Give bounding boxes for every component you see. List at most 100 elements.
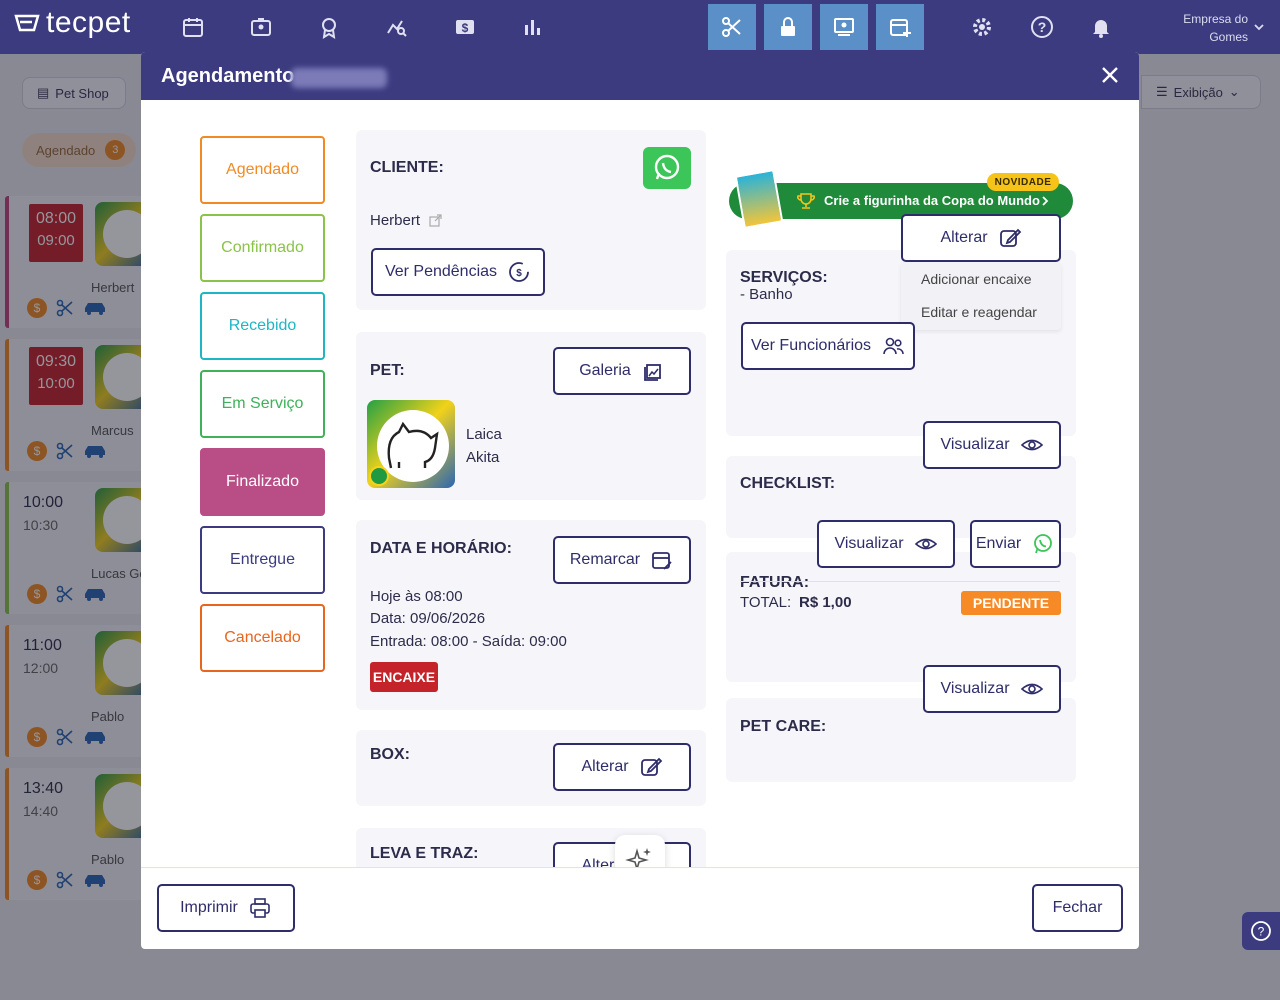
scissors-icon[interactable] [708,4,756,50]
galeria-button[interactable]: Galeria [553,347,691,395]
checklist-visualizar-button[interactable]: Visualizar [923,421,1061,469]
novidade-tag: NOVIDADE [987,173,1059,191]
pet-avatar[interactable] [367,400,455,488]
top-navbar: tecpet $ ? Empresa do Gomes [0,0,1280,54]
box-label: BOX: [370,746,410,763]
client-name[interactable]: Herbert [370,212,420,229]
eye-icon [914,538,937,550]
date-relative: Hoje às 08:00 [370,588,463,605]
sticker-card-image [734,168,784,230]
promo-text: Crie a figurinha da Copa do Mundo [824,193,1040,208]
pet-breed: Akita [466,449,500,466]
entry-exit-times: Entrada: 08:00 - Saída: 09:00 [370,633,567,650]
total-label: TOTAL: [740,594,792,611]
app-logo[interactable]: tecpet [14,6,131,40]
help-icon: ? [1251,921,1271,941]
whatsapp-icon [1034,534,1053,554]
status-button-finalizado[interactable]: Finalizado [200,448,325,516]
fatura-enviar-button[interactable]: Enviar [970,520,1061,568]
ver-funcionarios-label: Ver Funcionários [750,337,872,354]
svg-text:$: $ [516,268,522,279]
pet-label: PET: [370,362,405,379]
edit-icon [999,228,1021,247]
modal-body: Agendado Confirmado Recebido Em Serviço Fina… [141,100,1139,867]
imprimir-label: Imprimir [180,899,238,916]
ai-sparkle-button[interactable] [615,835,665,867]
ver-pendencias-label: Ver Pendências [384,263,498,280]
company-name-line2: Gomes [1209,30,1248,44]
encaixe-badge: ENCAIXE [370,662,438,692]
fatura-visualizar-button[interactable]: Visualizar [817,520,955,568]
users-icon [883,337,904,355]
help-icon[interactable]: ? [1018,4,1066,50]
leva-traz-label: LEVA E TRAZ: [370,845,479,862]
menu-item-adicionar-encaixe[interactable]: Adicionar encaixe [901,262,1061,295]
calendar-add-icon[interactable] [876,4,924,50]
ver-funcionarios-button[interactable]: Ver Funcionários [741,322,915,370]
money-return-icon: $ [509,262,529,282]
status-button-agendado[interactable]: Agendado [200,136,325,204]
printer-icon [250,898,270,918]
galeria-label: Galeria [579,362,631,379]
logo-text: tecpet [46,6,131,39]
status-button-cancelado[interactable]: Cancelado [200,604,325,672]
brazil-flag-icon [369,466,389,486]
modal-header: Agendamento [141,52,1139,100]
petcare-visualizar-button[interactable]: Visualizar [923,665,1061,713]
status-button-recebido[interactable]: Recebido [200,292,325,360]
bar-chart-icon[interactable] [509,4,557,50]
company-name-line1: Empresa do [1183,12,1248,26]
ver-pendencias-button[interactable]: Ver Pendências $ [371,248,545,296]
chevron-right-icon [1042,196,1049,206]
remarcar-button[interactable]: Remarcar [553,536,691,584]
help-fab-button[interactable]: ? [1242,912,1280,950]
fechar-label: Fechar [1052,899,1103,916]
servicos-dropdown-menu: Adicionar encaixe Editar e reagendar [901,262,1061,330]
status-button-entregue[interactable]: Entregue [200,526,325,594]
fatura-label: FATURA: [740,574,810,591]
fechar-button[interactable]: Fechar [1032,884,1123,932]
status-button-confirmado[interactable]: Confirmado [200,214,325,282]
analytics-icon[interactable] [373,4,421,50]
logo-icon [14,14,40,32]
company-selector[interactable]: Empresa do Gomes [1183,10,1248,46]
svg-text:?: ? [1038,19,1047,35]
whatsapp-icon [654,154,680,180]
servicos-alterar-button[interactable]: Alterar [901,214,1061,262]
gear-icon[interactable] [958,4,1006,50]
menu-item-editar-reagendar[interactable]: Editar e reagendar [901,295,1061,328]
award-icon[interactable] [305,4,353,50]
id-card-icon[interactable] [237,4,285,50]
trophy-icon [797,193,815,209]
close-icon[interactable] [1099,64,1121,86]
external-link-icon[interactable] [429,214,442,227]
remarcar-label: Remarcar [569,551,641,568]
calendar-icon[interactable] [169,4,217,50]
whatsapp-button[interactable] [643,147,691,189]
petcare-label: PET CARE: [740,718,827,735]
imprimir-button[interactable]: Imprimir [157,884,295,932]
lock-icon[interactable] [764,4,812,50]
total-value: R$ 1,00 [799,594,852,611]
calendar-edit-icon [652,552,672,570]
monitor-icon[interactable] [820,4,868,50]
dog-illustration [387,421,439,469]
data-horario-label: DATA E HORÁRIO: [370,540,512,557]
eye-icon [1020,439,1043,451]
edit-icon [640,757,662,776]
chevron-down-icon[interactable] [1252,20,1266,34]
service-item: - Banho [740,286,793,303]
fatura-enviar-label: Enviar [975,535,1022,552]
fatura-visualizar-label: Visualizar [834,535,904,552]
svg-text:?: ? [1258,925,1265,939]
checklist-label: CHECKLIST: [740,475,836,492]
status-button-em-servico[interactable]: Em Serviço [200,370,325,438]
appointment-modal: Agendamento Agendado Confirmado Recebido Em… [141,52,1139,949]
fatura-panel [726,552,1076,682]
blurred-appointment-id [291,68,387,88]
bell-icon[interactable] [1077,4,1125,50]
fatura-divider [740,581,1060,582]
dollar-icon[interactable]: $ [441,4,489,50]
box-alterar-button[interactable]: Alterar [553,743,691,791]
svg-text:$: $ [462,21,469,35]
